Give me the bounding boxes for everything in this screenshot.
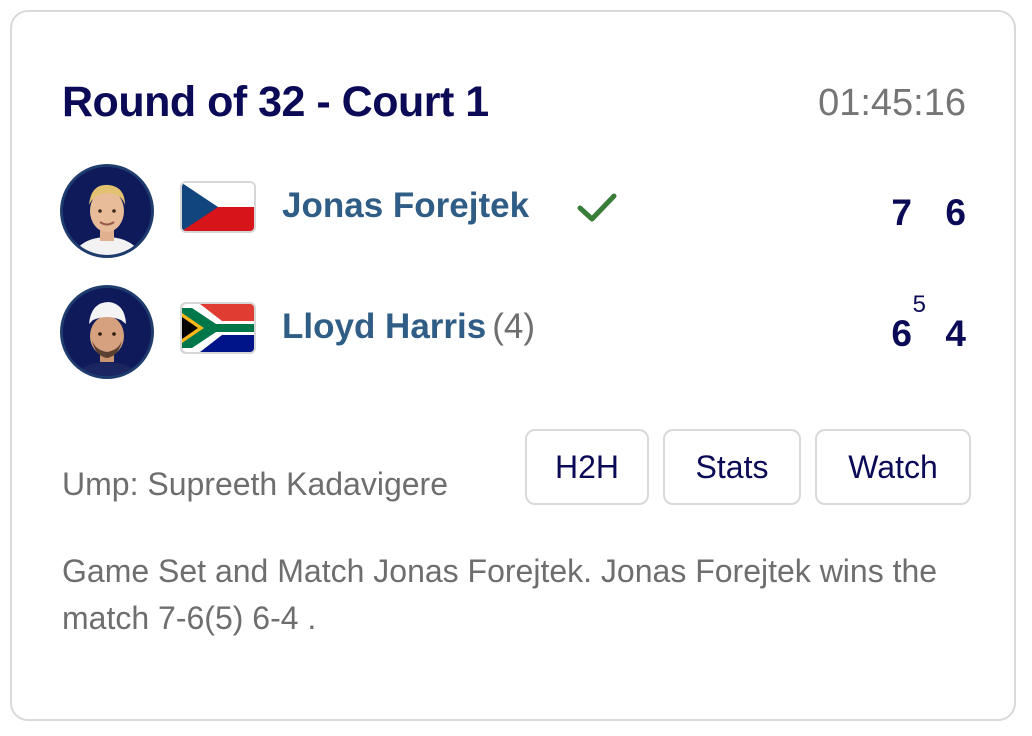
match-actions: H2H Stats Watch	[525, 429, 971, 505]
h2h-button[interactable]: H2H	[525, 429, 649, 505]
player-1-set-2-score: 6	[945, 192, 966, 233]
player-1-avatar[interactable]	[60, 164, 154, 258]
player-2-name[interactable]: Lloyd Harris (4)	[282, 307, 535, 347]
match-card: Round of 32 - Court 1 01:45:16 Jonas For…	[10, 10, 1016, 721]
player-1-name[interactable]: Jonas Forejtek	[282, 186, 529, 226]
umpire-label: Ump: Supreeth Kadavigere	[62, 466, 448, 502]
player-2-set-1-score: 6	[891, 313, 912, 354]
player-row-2: Lloyd Harris (4) 6 5 4	[60, 285, 970, 383]
player-2-name-text[interactable]: Lloyd Harris	[282, 307, 486, 346]
stats-button[interactable]: Stats	[663, 429, 801, 505]
player-2-seed: (4)	[492, 307, 536, 346]
player-1-scores: 7 6	[850, 192, 970, 252]
player-1-name-text[interactable]: Jonas Forejtek	[282, 186, 529, 225]
checkmark-icon	[577, 193, 617, 222]
czech-flag-icon	[180, 181, 256, 233]
player-2-scores: 6 5 4	[850, 291, 970, 373]
watch-button[interactable]: Watch	[815, 429, 971, 505]
match-summary: Game Set and Match Jonas Forejtek. Jonas…	[62, 553, 938, 636]
match-duration: 01:45:16	[818, 82, 966, 124]
player-row-1: Jonas Forejtek 7 6	[60, 164, 970, 262]
player-2-avatar[interactable]	[60, 285, 154, 379]
match-title: Round of 32 - Court 1	[62, 78, 489, 126]
player-2-set-2-score: 4	[945, 313, 966, 354]
south-africa-flag-icon	[180, 302, 256, 354]
player-1-set-1-score: 7	[891, 192, 912, 233]
player-2-tiebreak-score: 5	[912, 291, 926, 318]
